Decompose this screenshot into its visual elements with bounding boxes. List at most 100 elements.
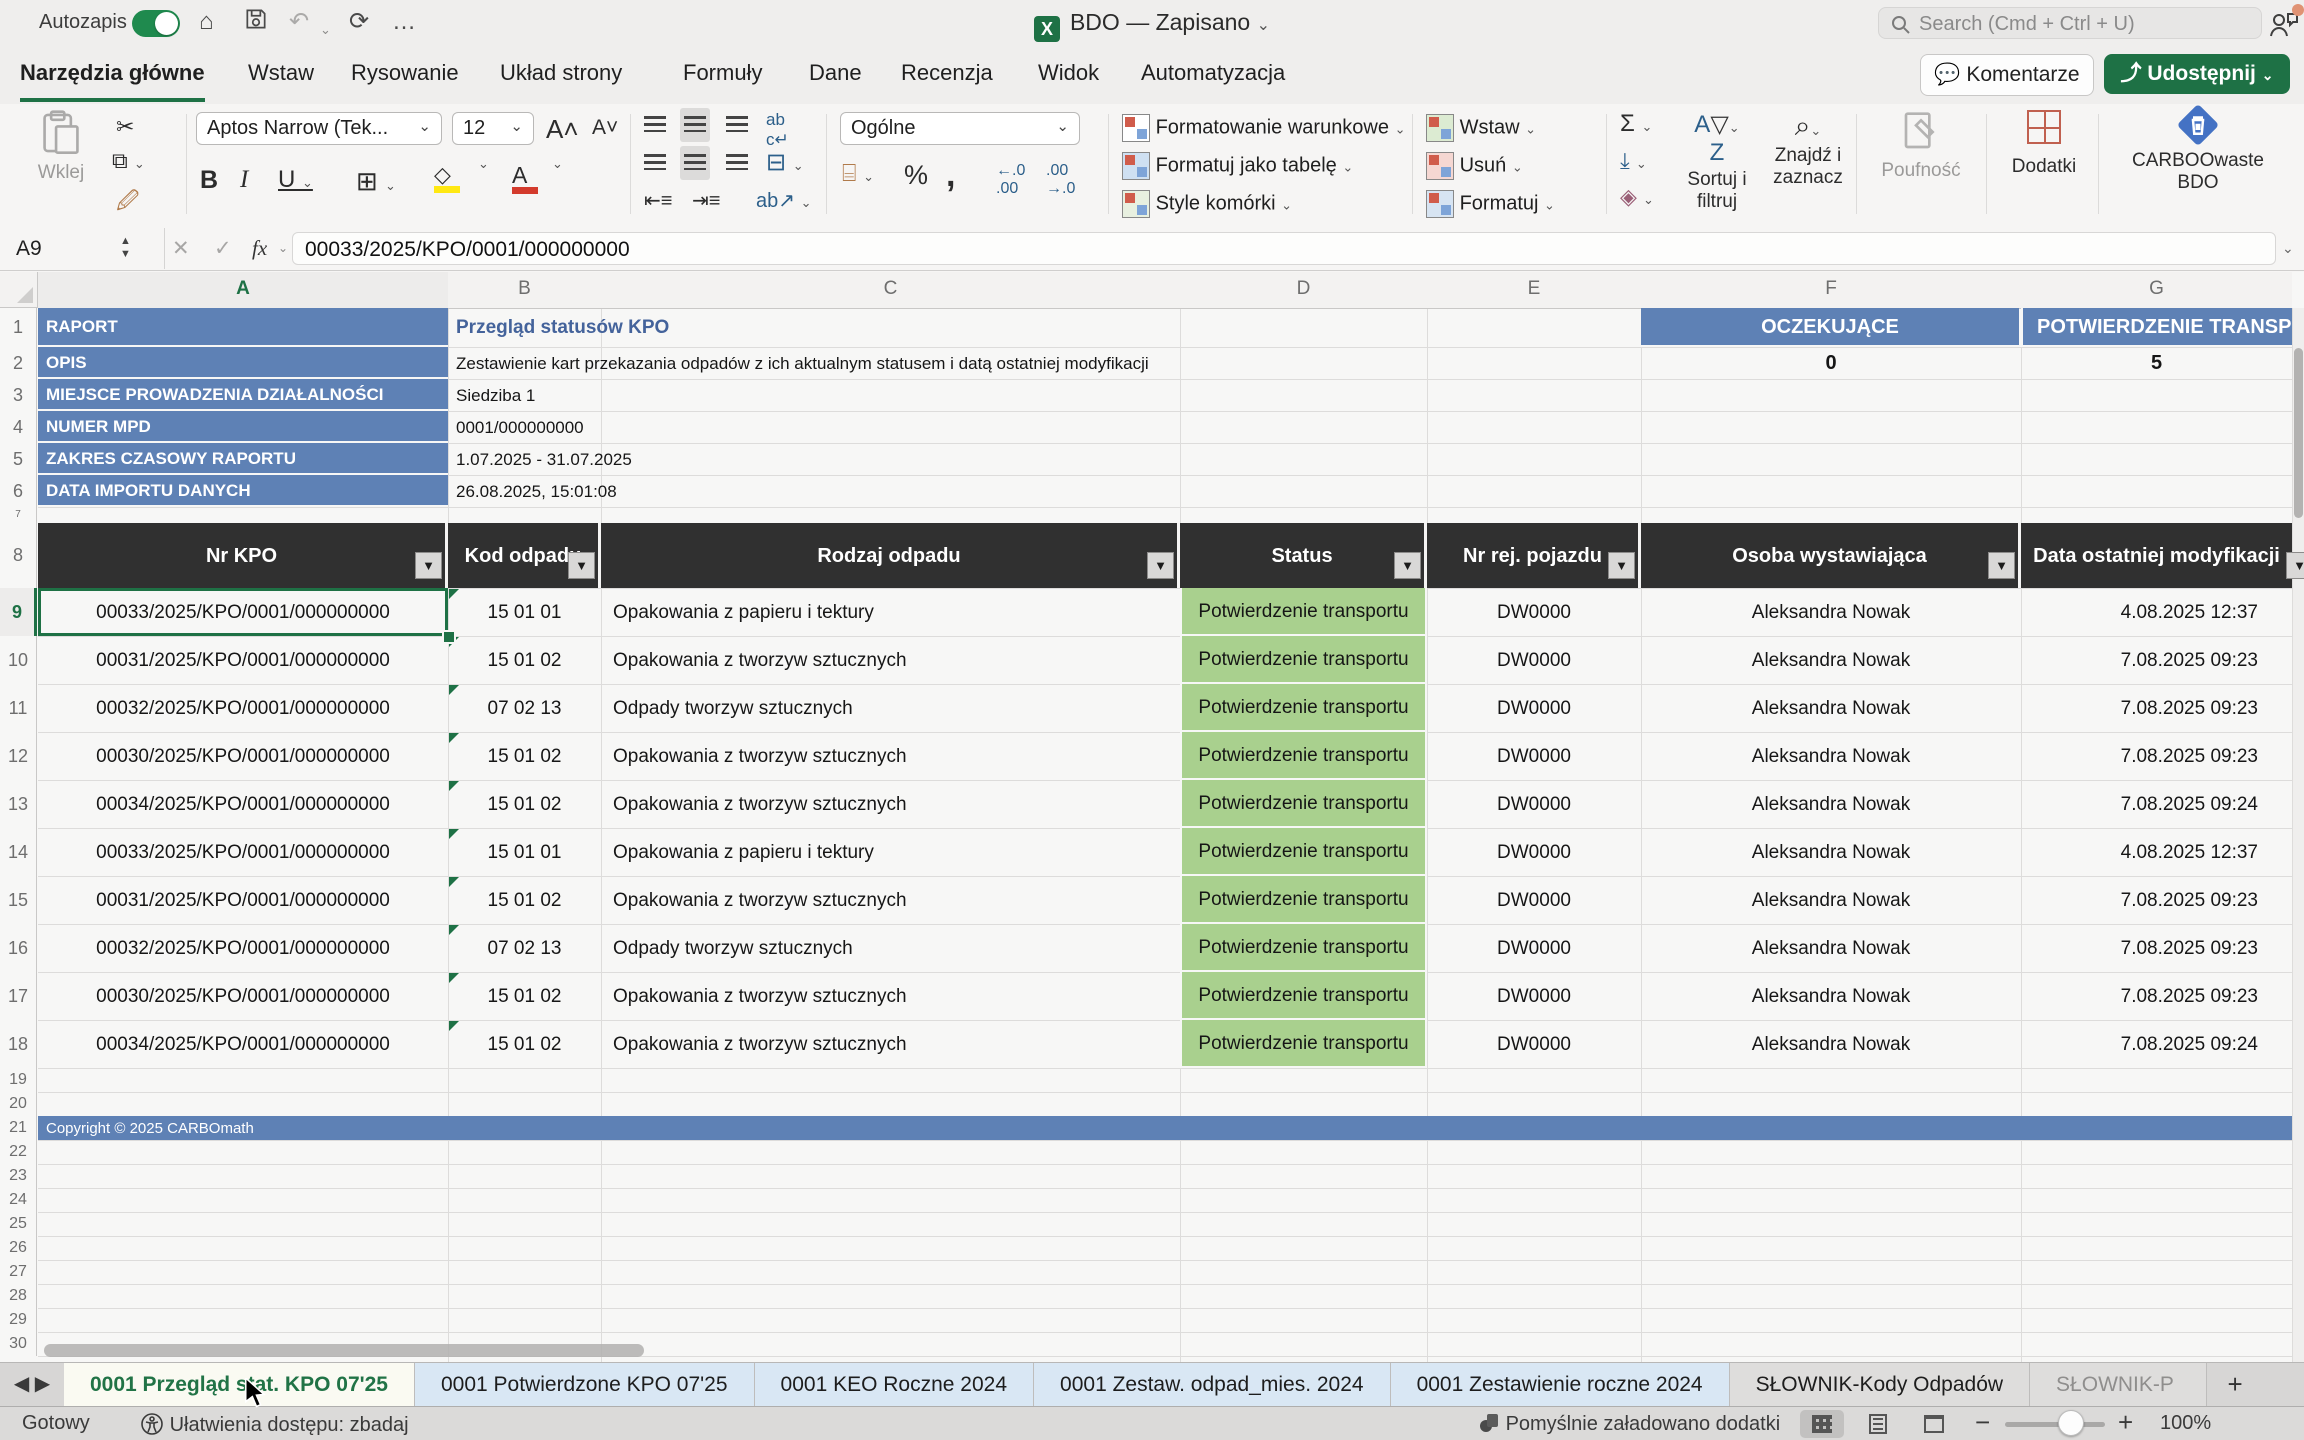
increase-decimal-icon[interactable]: ←.0.00 [996,162,1025,198]
cell-E18[interactable]: DW0000 [1427,1020,1641,1068]
font-name-select[interactable]: Aptos Narrow (Tek...⌄ [196,112,442,145]
ribbon-formatuj-jako-tabelę-button[interactable]: Formatuj jako tabelę ⌄ [1122,152,1353,180]
row-header-21[interactable]: 21 [0,1116,37,1140]
column-header-e[interactable]: E [1427,272,1641,309]
wrap-text-icon[interactable]: abc↵ [766,110,789,150]
cell-F10[interactable]: Aleksandra Nowak [1641,636,2021,684]
cell-A17[interactable]: 00030/2025/KPO/0001/000000000 [38,972,448,1020]
cell-C17[interactable]: Opakowania z tworzyw sztucznych [601,972,1180,1020]
sheet-tab-0001-zestawienie-roczne-2024[interactable]: 0001 Zestawienie roczne 2024 [1391,1363,1730,1407]
align-left-icon[interactable] [644,150,666,176]
fill-icon[interactable]: ⤓ ⌄ [1620,148,1647,174]
cell-A13[interactable]: 00034/2025/KPO/0001/000000000 [38,780,448,828]
filter-button-5[interactable]: ▼ [1608,552,1635,579]
font-color-chevron-icon[interactable]: ⌄ [552,156,563,172]
align-top-icon[interactable] [644,112,666,138]
align-bottom-icon[interactable] [726,112,748,138]
zoom-out-button[interactable]: − [1975,1407,1990,1438]
row-header-11[interactable]: 11 [0,684,37,732]
bold-icon[interactable]: B [200,166,218,195]
cell-D9[interactable]: Potwierdzenie transportu [1180,588,1427,636]
find-select-button[interactable]: ⌕⌄ Znajdź i zaznacz [1766,110,1850,189]
sheet-tab-słownik-kody-odpadów[interactable]: SŁOWNIK-Kody Odpadów [1730,1363,2030,1407]
cell-E11[interactable]: DW0000 [1427,684,1641,732]
selection-fill-handle[interactable] [442,630,456,644]
cell-C15[interactable]: Opakowania z tworzyw sztucznych [601,876,1180,924]
autosum-icon[interactable]: Σ ⌄ [1620,110,1652,138]
cell-B9[interactable]: 15 01 01 [448,588,601,636]
cell-E17[interactable]: DW0000 [1427,972,1641,1020]
row-header-16[interactable]: 16 [0,924,37,972]
row-header-22[interactable]: 22 [0,1140,37,1164]
sheet-tab-0001-keo-roczne-2024[interactable]: 0001 KEO Roczne 2024 [755,1363,1035,1407]
decrease-indent-icon[interactable]: ⇤≡ [644,188,672,213]
cell-E9[interactable]: DW0000 [1427,588,1641,636]
cell-B11[interactable]: 07 02 13 [448,684,601,732]
row-header-27[interactable]: 27 [0,1260,37,1284]
row-header-8[interactable]: 8 [0,523,37,588]
ribbon-cells-wstaw-button[interactable]: Wstaw ⌄ [1426,114,1536,142]
row-header-1[interactable]: 1 [0,308,37,347]
cell-E12[interactable]: DW0000 [1427,732,1641,780]
ribbon-tab-formu-y[interactable]: Formuły [683,60,762,98]
ribbon-cells-formatuj-button[interactable]: Formatuj ⌄ [1426,190,1555,218]
cell-F18[interactable]: Aleksandra Nowak [1641,1020,2021,1068]
column-header-d[interactable]: D [1180,272,1427,309]
cell-B13[interactable]: 15 01 02 [448,780,601,828]
fill-color-chevron-icon[interactable]: ⌄ [478,156,489,172]
row-header-25[interactable]: 25 [0,1212,37,1236]
cell-F12[interactable]: Aleksandra Nowak [1641,732,2021,780]
row-header-5[interactable]: 5 [0,443,37,475]
cell-C13[interactable]: Opakowania z tworzyw sztucznych [601,780,1180,828]
vertical-scrollbar-thumb[interactable] [2294,348,2303,518]
row-header-28[interactable]: 28 [0,1284,37,1308]
vertical-scrollbar[interactable] [2292,308,2304,1362]
decrease-decimal-icon[interactable]: .00→.0 [1046,162,1075,198]
cell-C9[interactable]: Opakowania z papieru i tektury [601,588,1180,636]
cell-A11[interactable]: 00032/2025/KPO/0001/000000000 [38,684,448,732]
row-header-9[interactable]: 9 [0,588,37,636]
people-presence-icon[interactable] [2268,8,2302,38]
ribbon-tab-wstaw[interactable]: Wstaw [248,60,314,98]
sheet-tab-nav-arrows[interactable]: ◀ ▶ [0,1363,64,1407]
cell-D17[interactable]: Potwierdzenie transportu [1180,972,1427,1020]
row-header-7[interactable]: 7 [0,507,37,523]
ribbon-style-komórki-button[interactable]: Style komórki ⌄ [1122,190,1292,218]
cell-E13[interactable]: DW0000 [1427,780,1641,828]
cell-F11[interactable]: Aleksandra Nowak [1641,684,2021,732]
sheet-tab-0001-zestaw-odpad-mies-2024[interactable]: 0001 Zestaw. odpad_mies. 2024 [1034,1363,1391,1407]
ribbon-tab-automatyzacja[interactable]: Automatyzacja [1141,60,1285,98]
row-header-26[interactable]: 26 [0,1236,37,1260]
horizontal-scrollbar-thumb[interactable] [44,1344,644,1357]
filter-button-3[interactable]: ▼ [1147,552,1174,579]
zoom-slider-track[interactable] [2005,1422,2105,1427]
sheet-tab-0001-przegląd-stat-kpo-07-25[interactable]: 0001 Przegląd stat. KPO 07'25 [64,1363,415,1407]
sheet-tab-słownik-p[interactable]: SŁOWNIK-P [2030,1363,2207,1407]
cell-D14[interactable]: Potwierdzenie transportu [1180,828,1427,876]
cell-E14[interactable]: DW0000 [1427,828,1641,876]
align-right-icon[interactable] [726,150,748,176]
ribbon-tab-widok[interactable]: Widok [1038,60,1099,98]
orientation-icon[interactable]: ab↗ ⌄ [756,188,811,213]
format-painter-icon[interactable]: 🖉 [116,184,139,222]
fill-color-icon[interactable]: ◇ [434,162,460,193]
cell-D13[interactable]: Potwierdzenie transportu [1180,780,1427,828]
cell-G13[interactable]: 7.08.2025 09:24 [2021,780,2292,828]
normal-view-button[interactable] [1800,1410,1844,1438]
addins-button[interactable]: Dodatki [1996,110,2092,178]
cell-C16[interactable]: Odpady tworzyw sztucznych [601,924,1180,972]
cell-G10[interactable]: 7.08.2025 09:23 [2021,636,2292,684]
italic-icon[interactable]: I [240,166,248,194]
spreadsheet-grid[interactable]: ABCDEFG123456789101112131415161718192021… [0,272,2304,1362]
cell-A18[interactable]: 00034/2025/KPO/0001/000000000 [38,1020,448,1068]
cell-F16[interactable]: Aleksandra Nowak [1641,924,2021,972]
cell-C10[interactable]: Opakowania z tworzyw sztucznych [601,636,1180,684]
sheet-tab-0001-potwierdzone-kpo-07-25[interactable]: 0001 Potwierdzone KPO 07'25 [415,1363,755,1407]
cut-icon[interactable]: ✂ [116,114,134,140]
cell-F13[interactable]: Aleksandra Nowak [1641,780,2021,828]
row-header-14[interactable]: 14 [0,828,37,876]
cell-G18[interactable]: 7.08.2025 09:24 [2021,1020,2292,1068]
name-box-spinner[interactable]: ▲▼ [120,235,131,261]
ribbon-tab-rysowanie[interactable]: Rysowanie [351,60,459,98]
cell-A14[interactable]: 00033/2025/KPO/0001/000000000 [38,828,448,876]
